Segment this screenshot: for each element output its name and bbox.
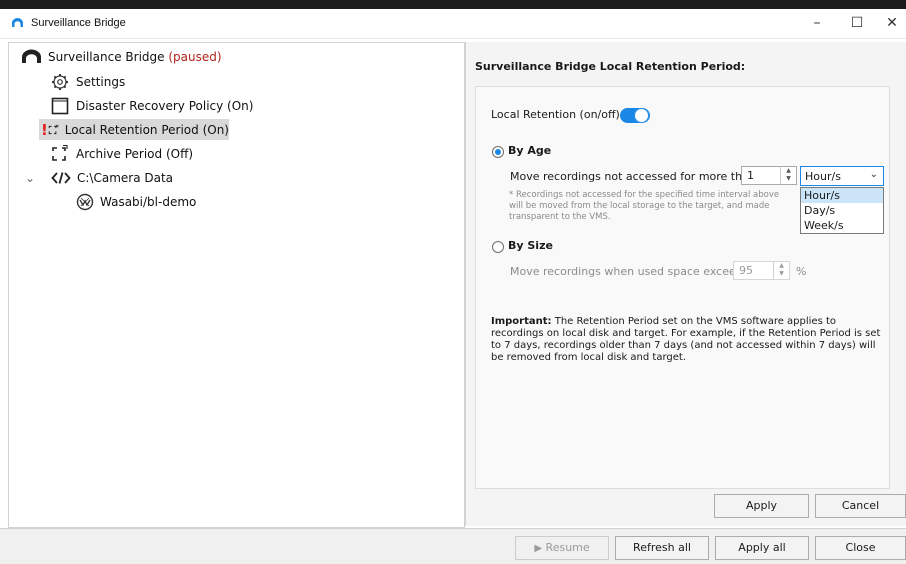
- tree-root-label: Surveillance Bridge: [48, 49, 165, 64]
- minimize-button[interactable]: –: [798, 9, 836, 38]
- tree-item-label: C:\Camera Data: [77, 170, 174, 185]
- archive-period-icon: [52, 144, 68, 161]
- tree-root-surveillance-bridge[interactable]: Surveillance Bridge (paused): [21, 46, 222, 67]
- size-unit-label: %: [796, 265, 807, 278]
- title-bar: Surveillance Bridge – ☐ ✕: [0, 9, 906, 39]
- age-value-spinner[interactable]: 1 ▲ ▼: [741, 166, 797, 185]
- size-value-spinner[interactable]: 95 ▲ ▼: [733, 261, 790, 280]
- close-button[interactable]: Close: [815, 536, 906, 560]
- tree-item-local-retention[interactable]: ! Local Retention Period (On): [39, 119, 229, 140]
- age-unit-selected: Hour/s: [805, 170, 841, 183]
- cloud-icon: [22, 49, 41, 63]
- local-retention-label: Local Retention (on/off): [491, 108, 620, 121]
- tree-item-settings[interactable]: Settings: [50, 71, 125, 92]
- by-size-radio[interactable]: [492, 241, 504, 253]
- age-value: 1: [747, 169, 754, 182]
- resume-button[interactable]: ▶ Resume: [515, 536, 609, 560]
- warning-icon: !: [41, 120, 48, 139]
- chevron-down-icon[interactable]: ⌄: [25, 171, 49, 185]
- unit-option-hours[interactable]: Hour/s: [801, 188, 883, 203]
- code-brackets-icon: [51, 171, 71, 184]
- toggle-knob: [634, 108, 649, 123]
- window-title: Surveillance Bridge: [31, 17, 126, 29]
- by-age-label: By Age: [508, 144, 552, 157]
- by-age-move-label: Move recordings not accessed for more th…: [510, 170, 756, 183]
- close-window-button[interactable]: ✕: [878, 9, 906, 38]
- local-retention-icon: [48, 124, 59, 134]
- gear-icon: [52, 73, 68, 90]
- spin-down-icon[interactable]: ▼: [781, 175, 796, 183]
- tree-item-camera-data[interactable]: ⌄ C:\Camera Data: [25, 167, 173, 188]
- tree-item-wasabi[interactable]: Wasabi/bl-demo: [76, 191, 196, 212]
- cancel-button[interactable]: Cancel: [815, 494, 906, 518]
- by-age-radio[interactable]: [492, 146, 504, 158]
- age-unit-select[interactable]: Hour/s ⌄: [800, 166, 884, 186]
- by-age-note: * Recordings not accessed for the specif…: [509, 190, 780, 222]
- tree-item-label: Settings: [76, 74, 126, 89]
- apply-button[interactable]: Apply: [714, 494, 809, 518]
- resume-label: Resume: [545, 541, 590, 554]
- by-size-move-label: Move recordings when used space exceeds: [510, 265, 749, 278]
- tree-item-label: Disaster Recovery Policy (On): [76, 98, 254, 113]
- top-border: [0, 0, 906, 9]
- panel-title: Surveillance Bridge Local Retention Peri…: [475, 60, 746, 73]
- maximize-button[interactable]: ☐: [838, 9, 876, 38]
- unit-option-days[interactable]: Day/s: [801, 203, 883, 218]
- wasabi-icon: [76, 193, 94, 210]
- tree-item-disaster-recovery[interactable]: Disaster Recovery Policy (On): [50, 95, 253, 116]
- important-label: Important:: [491, 316, 552, 327]
- important-note: Important: The Retention Period set on t…: [491, 316, 891, 364]
- navigation-tree: Surveillance Bridge (paused) Settings Di…: [8, 42, 465, 528]
- size-value: 95: [739, 264, 753, 277]
- apply-all-button[interactable]: Apply all: [715, 536, 809, 560]
- age-unit-dropdown: Hour/s Day/s Week/s: [800, 187, 884, 234]
- local-retention-toggle[interactable]: [620, 108, 650, 123]
- tree-item-label: Local Retention Period (On): [64, 122, 229, 137]
- tree-item-archive-period[interactable]: Archive Period (Off): [50, 143, 193, 164]
- unit-option-weeks[interactable]: Week/s: [801, 218, 883, 233]
- tree-item-label: Wasabi/bl-demo: [100, 194, 197, 209]
- disaster-recovery-icon: [51, 97, 69, 114]
- spin-up-icon[interactable]: ▲: [781, 167, 796, 175]
- tree-item-label: Archive Period (Off): [76, 146, 194, 161]
- refresh-all-button[interactable]: Refresh all: [615, 536, 709, 560]
- paused-status: (paused): [168, 49, 222, 64]
- chevron-down-icon: ⌄: [869, 169, 878, 180]
- by-size-label: By Size: [508, 239, 553, 252]
- spin-up-icon[interactable]: ▲: [774, 262, 789, 270]
- spin-down-icon[interactable]: ▼: [774, 270, 789, 278]
- app-cloud-icon: [12, 18, 23, 27]
- play-icon: ▶: [534, 543, 543, 554]
